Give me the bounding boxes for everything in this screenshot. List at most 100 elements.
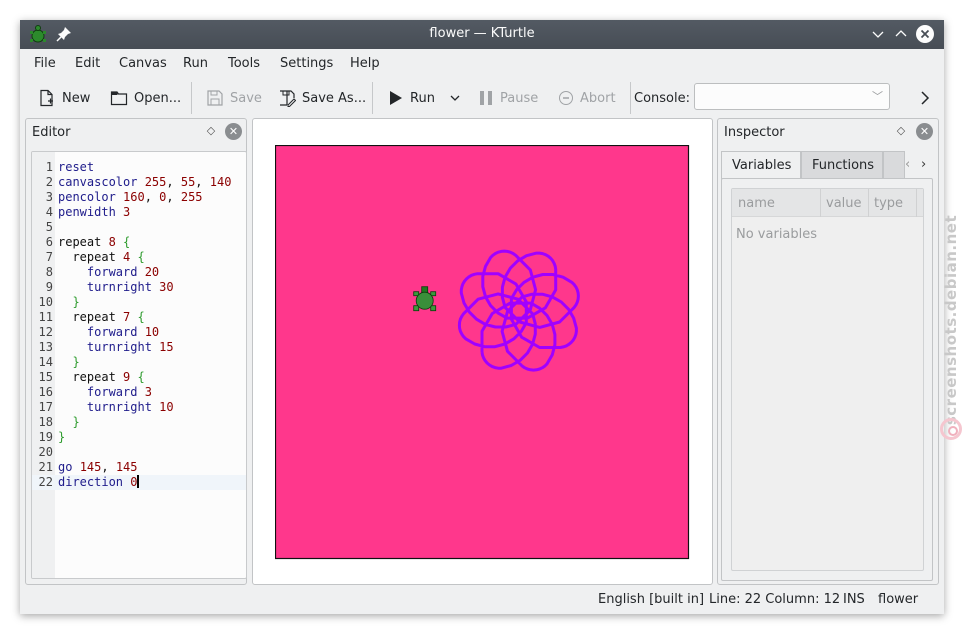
turtle-canvas[interactable] — [275, 145, 690, 560]
empty-variables-text: No variables — [736, 227, 818, 242]
kturtle-window: flower — KTurtle File Edit Canvas Run To… — [20, 20, 944, 614]
code-line[interactable]: 15 repeat 9 { — [32, 370, 246, 385]
variables-table[interactable]: name value type No variables — [731, 188, 924, 571]
code-line[interactable]: 8 forward 20 — [32, 265, 246, 280]
menu-settings[interactable]: Settings — [280, 56, 333, 71]
save-button[interactable]: Save — [206, 88, 262, 108]
tab-scroll-right-icon[interactable]: › — [921, 157, 926, 172]
line-number: 15 — [38, 370, 53, 384]
code-line[interactable]: 6 repeat 8 { — [32, 235, 246, 250]
chevron-down-icon — [872, 31, 884, 38]
menu-help[interactable]: Help — [350, 56, 380, 71]
code-text: forward 10 — [58, 325, 160, 339]
code-text: go 145, 145 — [58, 460, 138, 474]
code-line[interactable]: 10 } — [32, 295, 246, 310]
run-speed-dropdown[interactable] — [449, 88, 461, 108]
line-number: 10 — [38, 295, 53, 309]
save-as-button[interactable]: Save As... — [278, 88, 366, 108]
code-line[interactable]: 11 repeat 7 { — [32, 310, 246, 325]
code-line[interactable]: 9 turnright 30 — [32, 280, 246, 295]
code-text: repeat 4 { — [58, 250, 145, 264]
save-as-icon — [280, 90, 296, 107]
float-panel-button[interactable]: ◇ — [894, 124, 908, 138]
status-cursor-position: Line: 22 Column: 12 — [709, 592, 841, 607]
open-button[interactable]: Open... — [110, 88, 181, 108]
status-bar: English [built in] Line: 22 Column: 12 I… — [20, 586, 944, 614]
line-number: 1 — [45, 160, 53, 174]
line-number: 6 — [45, 235, 53, 249]
column-header-name[interactable]: name — [738, 196, 775, 211]
tab-functions[interactable]: Functions — [801, 151, 883, 179]
code-line[interactable]: 18 } — [32, 415, 246, 430]
new-button[interactable]: New — [38, 88, 90, 108]
menu-tools[interactable]: Tools — [228, 56, 260, 71]
code-line[interactable]: 5 — [32, 220, 246, 235]
code-line[interactable]: 1 reset — [32, 160, 246, 175]
code-text: turnright 30 — [58, 280, 174, 294]
abort-button[interactable]: Abort — [558, 88, 616, 108]
status-language: English [built in] — [598, 592, 705, 607]
code-line[interactable]: 17 turnright 10 — [32, 400, 246, 415]
code-text: direction 0 — [58, 475, 140, 489]
code-line[interactable]: 22 direction 0 — [32, 475, 246, 490]
close-panel-button[interactable]: ✕ — [916, 123, 933, 140]
line-number: 7 — [45, 250, 53, 264]
code-line[interactable]: 7 repeat 4 { — [32, 250, 246, 265]
code-line[interactable]: 3 pencolor 160, 0, 255 — [32, 190, 246, 205]
column-divider — [868, 189, 869, 217]
line-number: 4 — [45, 205, 53, 219]
pause-button[interactable]: Pause — [478, 88, 538, 108]
inspector-panel: Inspector ◇ ✕ Variables Functions ‹ › na… — [717, 118, 939, 585]
code-text: pencolor 160, 0, 255 — [58, 190, 203, 204]
pause-label: Pause — [500, 90, 539, 106]
toolbar-separator — [372, 82, 373, 114]
tab-overflow — [883, 151, 905, 179]
float-panel-button[interactable]: ◇ — [204, 124, 218, 138]
code-line[interactable]: 2 canvascolor 255, 55, 140 — [32, 175, 246, 190]
code-line[interactable]: 20 — [32, 445, 246, 460]
canvas-panel — [252, 118, 713, 585]
code-line[interactable]: 19} — [32, 430, 246, 445]
run-button[interactable]: Run — [388, 88, 435, 108]
tab-scroll-left-icon[interactable]: ‹ — [905, 157, 910, 172]
maximize-button[interactable] — [892, 25, 910, 43]
column-header-value[interactable]: value — [826, 196, 862, 211]
menu-file[interactable]: File — [34, 56, 56, 71]
toolbar-separator — [630, 82, 631, 114]
menu-edit[interactable]: Edit — [75, 56, 100, 71]
code-line[interactable]: 13 turnright 15 — [32, 340, 246, 355]
code-line[interactable]: 12 forward 10 — [32, 325, 246, 340]
code-line[interactable]: 14 } — [32, 355, 246, 370]
console-label: Console: — [634, 90, 690, 106]
line-number: 17 — [38, 400, 53, 414]
code-text: canvascolor 255, 55, 140 — [58, 175, 232, 189]
toolbar-overflow-button[interactable] — [920, 88, 930, 108]
line-number: 11 — [38, 310, 53, 324]
code-line[interactable]: 16 forward 3 — [32, 385, 246, 400]
line-number: 9 — [45, 280, 53, 294]
close-window-button[interactable] — [916, 25, 934, 43]
minimize-button[interactable] — [869, 25, 887, 43]
save-as-label: Save As... — [302, 90, 367, 106]
code-line[interactable]: 21 go 145, 145 — [32, 460, 246, 475]
code-line[interactable]: 4 penwidth 3 — [32, 205, 246, 220]
line-number: 21 — [38, 460, 53, 474]
inspector-title: Inspector — [724, 125, 785, 140]
console-input[interactable]: ﹀ — [694, 83, 890, 110]
close-panel-button[interactable]: ✕ — [225, 123, 242, 140]
watermark: screenshots.debian.net — [938, 200, 964, 440]
line-number: 16 — [38, 385, 53, 399]
code-text: } — [58, 415, 80, 429]
tab-variables[interactable]: Variables — [721, 151, 801, 179]
line-number: 8 — [45, 265, 53, 279]
line-number: 18 — [38, 415, 53, 429]
column-header-type[interactable]: type — [874, 196, 903, 211]
code-editor[interactable]: 1 reset 2 canvascolor 255, 55, 140 3 pencolor… — [31, 151, 247, 579]
watermark-logo-icon — [940, 418, 962, 440]
text-cursor — [137, 475, 140, 488]
menu-run[interactable]: Run — [183, 56, 208, 71]
column-divider — [820, 189, 821, 217]
line-number: 3 — [45, 190, 53, 204]
new-label: New — [62, 90, 91, 106]
menu-canvas[interactable]: Canvas — [119, 56, 167, 71]
